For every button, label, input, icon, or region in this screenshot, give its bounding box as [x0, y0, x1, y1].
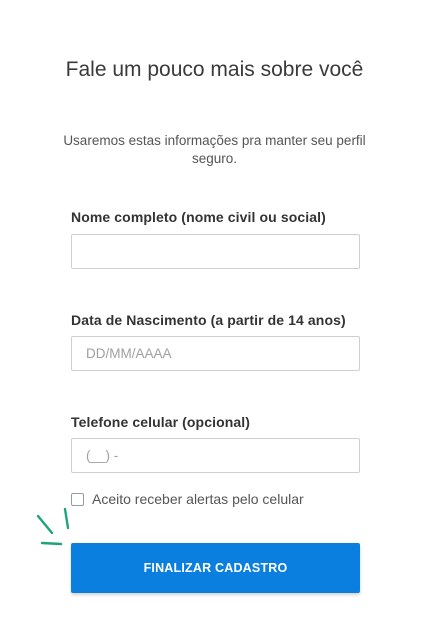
page-subtitle: Usaremos estas informações pra manter se…: [63, 133, 366, 166]
sparkle-icon: [36, 507, 70, 546]
phone-label: Telefone celular (opcional): [71, 414, 251, 430]
finalize-signup-button[interactable]: FINALIZAR CADASTRO: [71, 543, 360, 593]
alerts-checkbox-row[interactable]: Aceito receber alertas pelo celular: [71, 490, 304, 508]
phone-input[interactable]: [71, 438, 360, 473]
full-name-input[interactable]: [71, 234, 360, 269]
full-name-label: Nome completo (nome civil ou social): [71, 209, 326, 225]
alerts-checkbox[interactable]: [71, 492, 84, 506]
page-title: Fale um pouco mais sobre você: [65, 58, 364, 81]
alerts-checkbox-label[interactable]: Aceito receber alertas pelo celular: [92, 491, 304, 507]
birth-date-input[interactable]: [71, 336, 360, 371]
birth-date-label: Data de Nascimento (a partir de 14 anos): [71, 312, 346, 328]
signup-profile-page: Fale um pouco mais sobre você Usaremos e…: [0, 0, 429, 635]
